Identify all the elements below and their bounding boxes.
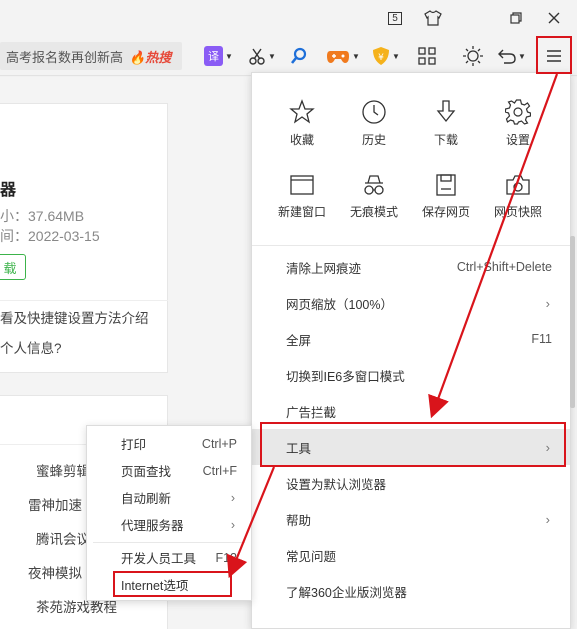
submenu-item-devtools[interactable]: 开发人员工具 F12 — [87, 544, 251, 571]
software-title: 器 — [0, 182, 17, 199]
hot-search-text: 高考报名数再创新高 — [6, 49, 124, 65]
submenu-item-print[interactable]: 打印 Ctrl+P — [87, 430, 251, 457]
camera-icon — [506, 175, 530, 195]
search-tool-button[interactable] — [290, 44, 308, 68]
shield-button[interactable]: ¥ ▼ — [372, 44, 400, 68]
menu-item-clear-traces[interactable]: 清除上网痕迹 Ctrl+Shift+Delete — [252, 249, 570, 285]
menu-divider — [252, 245, 570, 246]
menu-history[interactable]: 历史 — [338, 99, 410, 148]
menu-incognito[interactable]: 无痕模式 — [338, 173, 410, 220]
scissors-icon — [249, 48, 265, 65]
menu-item-enterprise[interactable]: 了解360企业版浏览器 — [252, 573, 570, 609]
hot-search-badge: 🔥热搜 — [129, 49, 172, 65]
save-icon — [436, 174, 456, 196]
download-icon — [436, 100, 456, 123]
apps-button[interactable] — [418, 44, 436, 68]
article-link-1[interactable]: 看及快捷键设置方法介绍 — [0, 307, 149, 327]
menu-item-help[interactable]: 帮助 › — [252, 501, 570, 537]
shield-icon: ¥ — [373, 47, 389, 65]
skin-icon[interactable] — [420, 6, 446, 30]
list-item[interactable]: 夜神模拟 — [28, 562, 82, 582]
menu-item-ie6-mode[interactable]: 切换到IE6多窗口模式 — [252, 357, 570, 393]
brightness-button[interactable] — [463, 44, 483, 68]
submenu-item-auto-refresh[interactable]: 自动刷新 › — [87, 484, 251, 511]
list-item[interactable]: 腾讯会议 — [36, 528, 90, 548]
translate-button[interactable]: 译 ▼ — [204, 44, 233, 68]
star-icon — [289, 99, 315, 124]
incognito-icon — [364, 175, 384, 195]
menu-item-fullscreen[interactable]: 全屏 F11 — [252, 321, 570, 357]
article-link-2[interactable]: 个人信息? — [0, 337, 62, 357]
menu-item-zoom[interactable]: 网页缩放（100%） › — [252, 285, 570, 321]
hot-search-box[interactable]: 高考报名数再创新高 🔥热搜 — [0, 42, 182, 70]
toolbar: 高考报名数再创新高 🔥热搜 译 ▼ ▼ ▼ ¥ ▼ ▼ — [0, 36, 577, 76]
file-size: 小：37.64MB — [0, 208, 85, 224]
download-button[interactable]: 载 — [0, 254, 26, 280]
svg-text:¥: ¥ — [378, 53, 384, 63]
annotation-box-menu — [536, 36, 572, 74]
tab-count-icon[interactable]: 5 — [382, 6, 408, 30]
sun-icon — [463, 46, 483, 66]
annotation-box-tools — [260, 422, 566, 467]
window-icon — [290, 175, 314, 195]
restore-icon[interactable] — [503, 6, 529, 30]
list-item[interactable]: 蜜蜂剪辑 — [36, 460, 90, 480]
game-button[interactable]: ▼ — [326, 44, 360, 68]
chevron-right-icon: › — [545, 295, 550, 311]
grid-icon — [418, 47, 436, 65]
list-item[interactable]: 雷神加速 — [28, 494, 82, 514]
menu-scrollbar[interactable] — [570, 236, 575, 408]
chevron-right-icon: › — [230, 517, 235, 532]
menu-settings[interactable]: 设置 — [482, 99, 554, 148]
menu-new-window[interactable]: 新建窗口 — [266, 173, 338, 220]
gear-icon — [505, 99, 531, 125]
submenu-divider — [93, 542, 245, 543]
chevron-right-icon: › — [545, 511, 550, 527]
menu-save-page[interactable]: 保存网页 — [410, 173, 482, 220]
screenshot-button[interactable]: ▼ — [248, 44, 276, 68]
menu-item-set-default[interactable]: 设置为默认浏览器 — [252, 465, 570, 501]
software-card: 器 小：37.64MB 间：2022-03-15 载 看及快捷键设置方法介绍 个… — [0, 103, 168, 373]
annotation-box-internet-options — [113, 571, 232, 597]
menu-snapshot[interactable]: 网页快照 — [482, 173, 554, 220]
close-icon[interactable] — [541, 6, 567, 30]
menu-favorites[interactable]: 收藏 — [266, 99, 338, 148]
update-date: 间：2022-03-15 — [0, 228, 100, 244]
submenu-item-proxy[interactable]: 代理服务器 › — [87, 511, 251, 538]
menu-item-faq[interactable]: 常见问题 — [252, 537, 570, 573]
gamepad-icon — [327, 51, 349, 63]
undo-close-button[interactable]: ▼ — [498, 44, 526, 68]
menu-downloads[interactable]: 下载 — [410, 99, 482, 148]
submenu-item-find[interactable]: 页面查找 Ctrl+F — [87, 457, 251, 484]
main-menu: 收藏 历史 下载 设置 新建窗口 无痕模式 保存网页 网页快照 清除上网痕迹 C… — [251, 72, 571, 629]
undo-icon — [498, 49, 516, 64]
chevron-right-icon: › — [230, 490, 235, 505]
clock-icon — [362, 100, 386, 124]
translate-icon: 译 — [204, 46, 223, 66]
magnifier-icon — [290, 47, 307, 64]
title-bar: 5 — [0, 0, 577, 36]
